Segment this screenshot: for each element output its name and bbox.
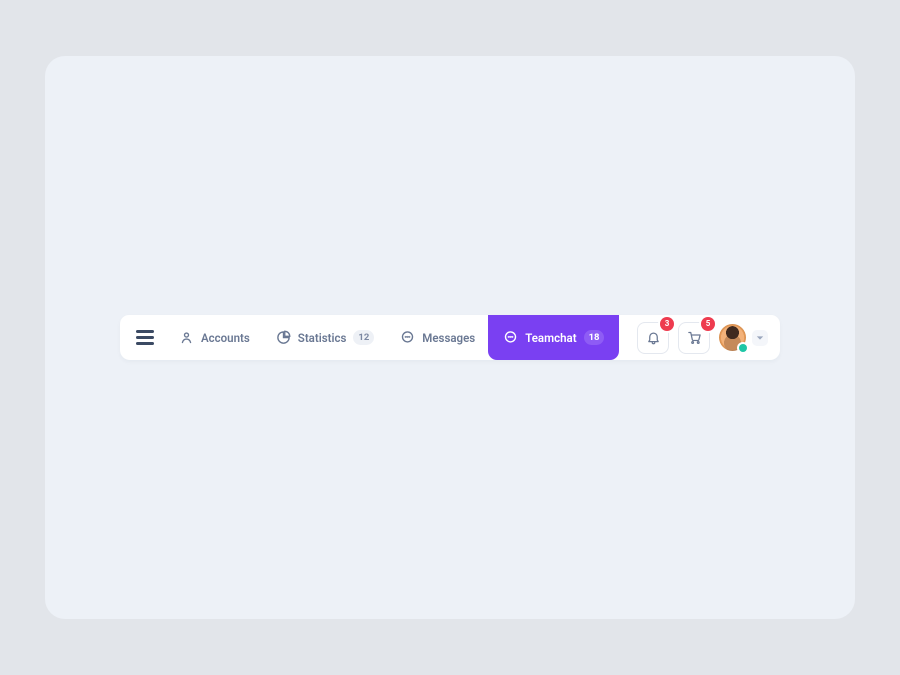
- chat-icon: [503, 330, 518, 345]
- chevron-down-icon: [756, 334, 764, 342]
- nav-label: Teamchat: [525, 331, 576, 345]
- nav-badge: 18: [584, 330, 605, 345]
- avatar: [719, 324, 746, 351]
- navbar-actions: 3 5: [637, 322, 780, 354]
- user-menu[interactable]: [719, 324, 768, 351]
- cart-badge: 5: [701, 317, 715, 331]
- user-menu-caret: [752, 330, 768, 346]
- hamburger-icon: [136, 330, 154, 333]
- bell-icon: [646, 330, 661, 345]
- notifications-badge: 3: [660, 317, 674, 331]
- nav-item-statistics[interactable]: Statistics 12: [263, 315, 388, 360]
- user-icon: [179, 330, 194, 345]
- nav-item-teamchat[interactable]: Teamchat 18: [488, 315, 619, 360]
- nav-item-messages[interactable]: Messages: [387, 315, 488, 360]
- nav-item-accounts[interactable]: Accounts: [166, 315, 263, 360]
- nav-label: Messages: [422, 331, 475, 345]
- app-canvas: Accounts Statistics 12 Message: [45, 56, 855, 619]
- chat-icon: [400, 330, 415, 345]
- nav-label: Statistics: [298, 331, 347, 345]
- nav-label: Accounts: [201, 331, 250, 345]
- menu-button[interactable]: [124, 330, 166, 345]
- notifications-button[interactable]: 3: [637, 322, 669, 354]
- top-navbar: Accounts Statistics 12 Message: [120, 315, 780, 360]
- nav-items: Accounts Statistics 12 Message: [166, 315, 619, 360]
- nav-badge: 12: [353, 330, 374, 345]
- cart-icon: [687, 330, 702, 345]
- cart-button[interactable]: 5: [678, 322, 710, 354]
- pie-chart-icon: [276, 330, 291, 345]
